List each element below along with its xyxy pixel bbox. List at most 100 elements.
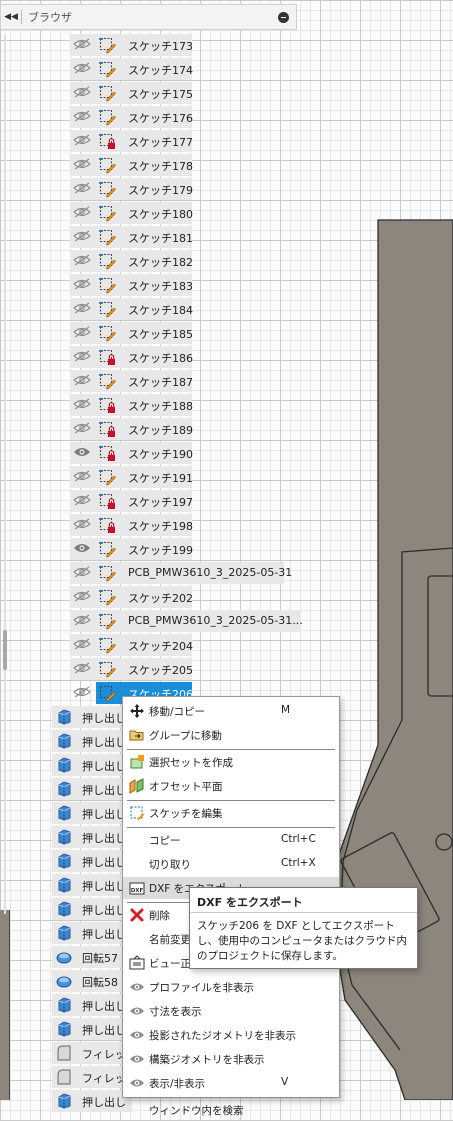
menu-item-text-9[interactable]: 切り取り Ctrl+X [123, 853, 339, 875]
timeline-feature[interactable]: フィレット [52, 1041, 137, 1065]
menu-item-offset-plane[interactable]: オフセット平面 [123, 775, 339, 797]
tree-row[interactable]: スケッチ185 [70, 321, 200, 345]
menu-item-folder-move[interactable]: グループに移動 [123, 724, 339, 746]
tree-row[interactable]: スケッチ205 [70, 657, 200, 681]
scrollbar-thumb[interactable] [3, 630, 7, 670]
timeline-feature[interactable]: 回転57 [52, 945, 132, 969]
tree-row-label: スケッチ202 [128, 592, 193, 605]
tree-row[interactable]: スケッチ176 [70, 105, 200, 129]
menu-item-label: スケッチを編集 [149, 808, 223, 820]
tree-row[interactable]: スケッチ181 [70, 225, 200, 249]
timeline-feature[interactable]: 押し出し [52, 993, 132, 1017]
double-left-arrow-icon[interactable]: ◀◀ [1, 12, 21, 22]
tree-row[interactable]: スケッチ184 [70, 297, 200, 321]
tree-row[interactable]: スケッチ199 [70, 537, 200, 561]
menu-item-eye[interactable]: プロファイルを非表示 [123, 976, 339, 998]
menu-item-text-8[interactable]: コピー Ctrl+C [123, 829, 339, 851]
eye-hidden-icon[interactable] [73, 38, 91, 50]
tree-row[interactable]: スケッチ204 [70, 633, 200, 657]
timeline-feature[interactable]: 押し出し [52, 729, 132, 753]
tree-row[interactable]: スケッチ202 [70, 585, 200, 609]
menu-item-eye[interactable]: 構築ジオメトリを非表示 [123, 1048, 339, 1070]
eye-hidden-icon[interactable] [73, 398, 91, 410]
tree-row[interactable]: スケッチ183 [70, 273, 200, 297]
timeline-feature[interactable]: 押し出し [52, 1089, 132, 1113]
eye-icon[interactable] [73, 446, 91, 458]
tree-row-label: スケッチ180 [128, 208, 193, 221]
menu-item-eye[interactable]: 寸法を表示 [123, 1000, 339, 1022]
minus-circle-icon[interactable] [278, 11, 289, 23]
menu-item-eye[interactable]: 表示/非表示 V [123, 1072, 339, 1094]
eye-hidden-icon[interactable] [73, 566, 91, 578]
menu-item-move[interactable]: 移動/コピー M [123, 700, 339, 722]
eye-hidden-icon[interactable] [73, 302, 91, 314]
tree-row[interactable]: スケッチ182 [70, 249, 200, 273]
tree-row[interactable]: PCB_PMW3610_3_2025-05-31 [70, 561, 292, 585]
eye-hidden-icon[interactable] [73, 494, 91, 506]
menu-item-selection-set[interactable]: 選択セットを作成 [123, 751, 339, 773]
extrude-icon [56, 997, 72, 1013]
eye-hidden-icon[interactable] [73, 158, 91, 170]
eye-hidden-icon[interactable] [73, 614, 91, 626]
tree-row[interactable]: スケッチ197 [70, 489, 200, 513]
tree-row[interactable]: PCB_PMW3610_3_2025-05-31... [70, 609, 303, 633]
tree-row[interactable]: スケッチ180 [70, 201, 200, 225]
timeline-feature[interactable]: 押し出し [52, 705, 132, 729]
eye-hidden-icon[interactable] [73, 590, 91, 602]
tree-row[interactable]: スケッチ190 [70, 441, 200, 465]
delete-icon [129, 907, 145, 923]
menu-item-edit-sketch[interactable]: スケッチを編集 [123, 802, 339, 824]
eye-hidden-icon[interactable] [73, 254, 91, 266]
timeline-feature[interactable]: 押し出し [52, 801, 132, 825]
tree-row[interactable]: スケッチ174 [70, 57, 200, 81]
eye-hidden-icon[interactable] [73, 206, 91, 218]
tree-row[interactable]: スケッチ173 [70, 33, 200, 57]
tree-row[interactable]: スケッチ191 [70, 465, 200, 489]
eye-icon[interactable] [73, 542, 91, 554]
eye-hidden-icon[interactable] [73, 230, 91, 242]
timeline-feature[interactable]: 押し出し [52, 1017, 132, 1041]
tree-row[interactable]: スケッチ187 [70, 369, 200, 393]
tree-row[interactable]: スケッチ177 [70, 129, 200, 153]
eye-hidden-icon[interactable] [73, 470, 91, 482]
eye-hidden-icon[interactable] [73, 662, 91, 674]
extrude-icon [56, 877, 72, 893]
menu-separator [127, 800, 335, 801]
tree-row[interactable]: スケッチ175 [70, 81, 200, 105]
tree-row[interactable]: スケッチ178 [70, 153, 200, 177]
eye-hidden-icon[interactable] [73, 62, 91, 74]
eye-hidden-icon[interactable] [73, 350, 91, 362]
timeline-feature[interactable]: 押し出し [52, 873, 132, 897]
eye-hidden-icon[interactable] [73, 86, 91, 98]
tree-row[interactable]: スケッチ189 [70, 417, 200, 441]
timeline-feature[interactable]: 押し出し [52, 753, 132, 777]
eye-hidden-icon[interactable] [73, 422, 91, 434]
menu-item-eye[interactable]: 投影されたジオメトリを非表示 [123, 1024, 339, 1046]
tree-row[interactable]: スケッチ188 [70, 393, 200, 417]
tree-row[interactable]: スケッチ198 [70, 513, 200, 537]
timeline-feature[interactable]: 押し出し [52, 849, 132, 873]
timeline-feature[interactable]: フィレット [52, 1065, 137, 1089]
eye-hidden-icon[interactable] [73, 638, 91, 650]
eye-hidden-icon[interactable] [73, 134, 91, 146]
eye-hidden-icon[interactable] [73, 110, 91, 122]
tree-row[interactable]: スケッチ186 [70, 345, 200, 369]
timeline-feature[interactable]: 押し出し [52, 777, 132, 801]
eye-icon [129, 979, 145, 995]
tree-row[interactable]: スケッチ179 [70, 177, 200, 201]
eye-hidden-icon[interactable] [73, 686, 91, 698]
eye-hidden-icon[interactable] [73, 374, 91, 386]
eye-hidden-icon[interactable] [73, 182, 91, 194]
eye-hidden-icon[interactable] [73, 278, 91, 290]
eye-hidden-icon[interactable] [73, 326, 91, 338]
browser-scrollbar[interactable] [4, 34, 6, 914]
timeline-feature[interactable]: 押し出し [52, 921, 132, 945]
sketch-icon [98, 564, 116, 582]
eye-icon [129, 1003, 145, 1019]
timeline-feature[interactable]: 押し出し [52, 897, 132, 921]
menu-item-text-21[interactable]: ウィンドウ内を検索 [123, 1099, 339, 1121]
tree-row-label: スケッチ189 [128, 424, 193, 437]
eye-hidden-icon[interactable] [73, 518, 91, 530]
timeline-feature[interactable]: 回転58 [52, 969, 132, 993]
timeline-feature[interactable]: 押し出し [52, 825, 132, 849]
